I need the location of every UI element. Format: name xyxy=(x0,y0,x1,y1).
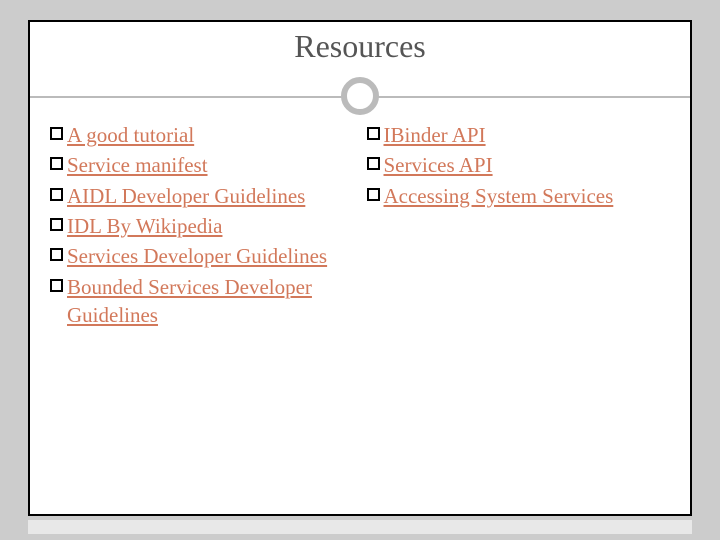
resource-link-ibinder-api[interactable]: IBinder API xyxy=(384,121,486,149)
square-bullet-icon xyxy=(50,157,63,170)
list-item: IDL By Wikipedia xyxy=(50,212,354,240)
slide-inner: Resources A good tutorial Service manife… xyxy=(28,20,692,516)
column-divider xyxy=(360,121,361,331)
resource-link-service-manifest[interactable]: Service manifest xyxy=(67,151,208,179)
list-item: AIDL Developer Guidelines xyxy=(50,182,354,210)
resource-link-aidl-guidelines[interactable]: AIDL Developer Guidelines xyxy=(67,182,305,210)
page-title: Resources xyxy=(30,28,690,65)
circle-ornament-icon xyxy=(341,77,379,115)
right-column: IBinder API Services API Accessing Syste… xyxy=(367,121,671,331)
resource-link-idl-wikipedia[interactable]: IDL By Wikipedia xyxy=(67,212,222,240)
title-divider xyxy=(30,77,690,117)
list-item: Services API xyxy=(367,151,671,179)
list-item: IBinder API xyxy=(367,121,671,149)
bottom-bar xyxy=(28,520,692,534)
square-bullet-icon xyxy=(50,279,63,292)
square-bullet-icon xyxy=(367,157,380,170)
list-item: A good tutorial xyxy=(50,121,354,149)
title-area: Resources xyxy=(30,22,690,83)
list-item: Accessing System Services xyxy=(367,182,671,210)
list-item: Services Developer Guidelines xyxy=(50,242,354,270)
square-bullet-icon xyxy=(50,248,63,261)
square-bullet-icon xyxy=(50,188,63,201)
square-bullet-icon xyxy=(50,127,63,140)
square-bullet-icon xyxy=(50,218,63,231)
resource-link-services-api[interactable]: Services API xyxy=(384,151,493,179)
resource-link-bounded-services[interactable]: Bounded Services Developer Guidelines xyxy=(67,273,354,330)
square-bullet-icon xyxy=(367,127,380,140)
list-item: Bounded Services Developer Guidelines xyxy=(50,273,354,330)
content-columns: A good tutorial Service manifest AIDL De… xyxy=(30,117,690,331)
resource-link-services-guidelines[interactable]: Services Developer Guidelines xyxy=(67,242,327,270)
slide-background: Resources A good tutorial Service manife… xyxy=(0,0,720,540)
resource-link-tutorial[interactable]: A good tutorial xyxy=(67,121,194,149)
left-column: A good tutorial Service manifest AIDL De… xyxy=(50,121,354,331)
resource-link-system-services[interactable]: Accessing System Services xyxy=(384,182,614,210)
list-item: Service manifest xyxy=(50,151,354,179)
square-bullet-icon xyxy=(367,188,380,201)
